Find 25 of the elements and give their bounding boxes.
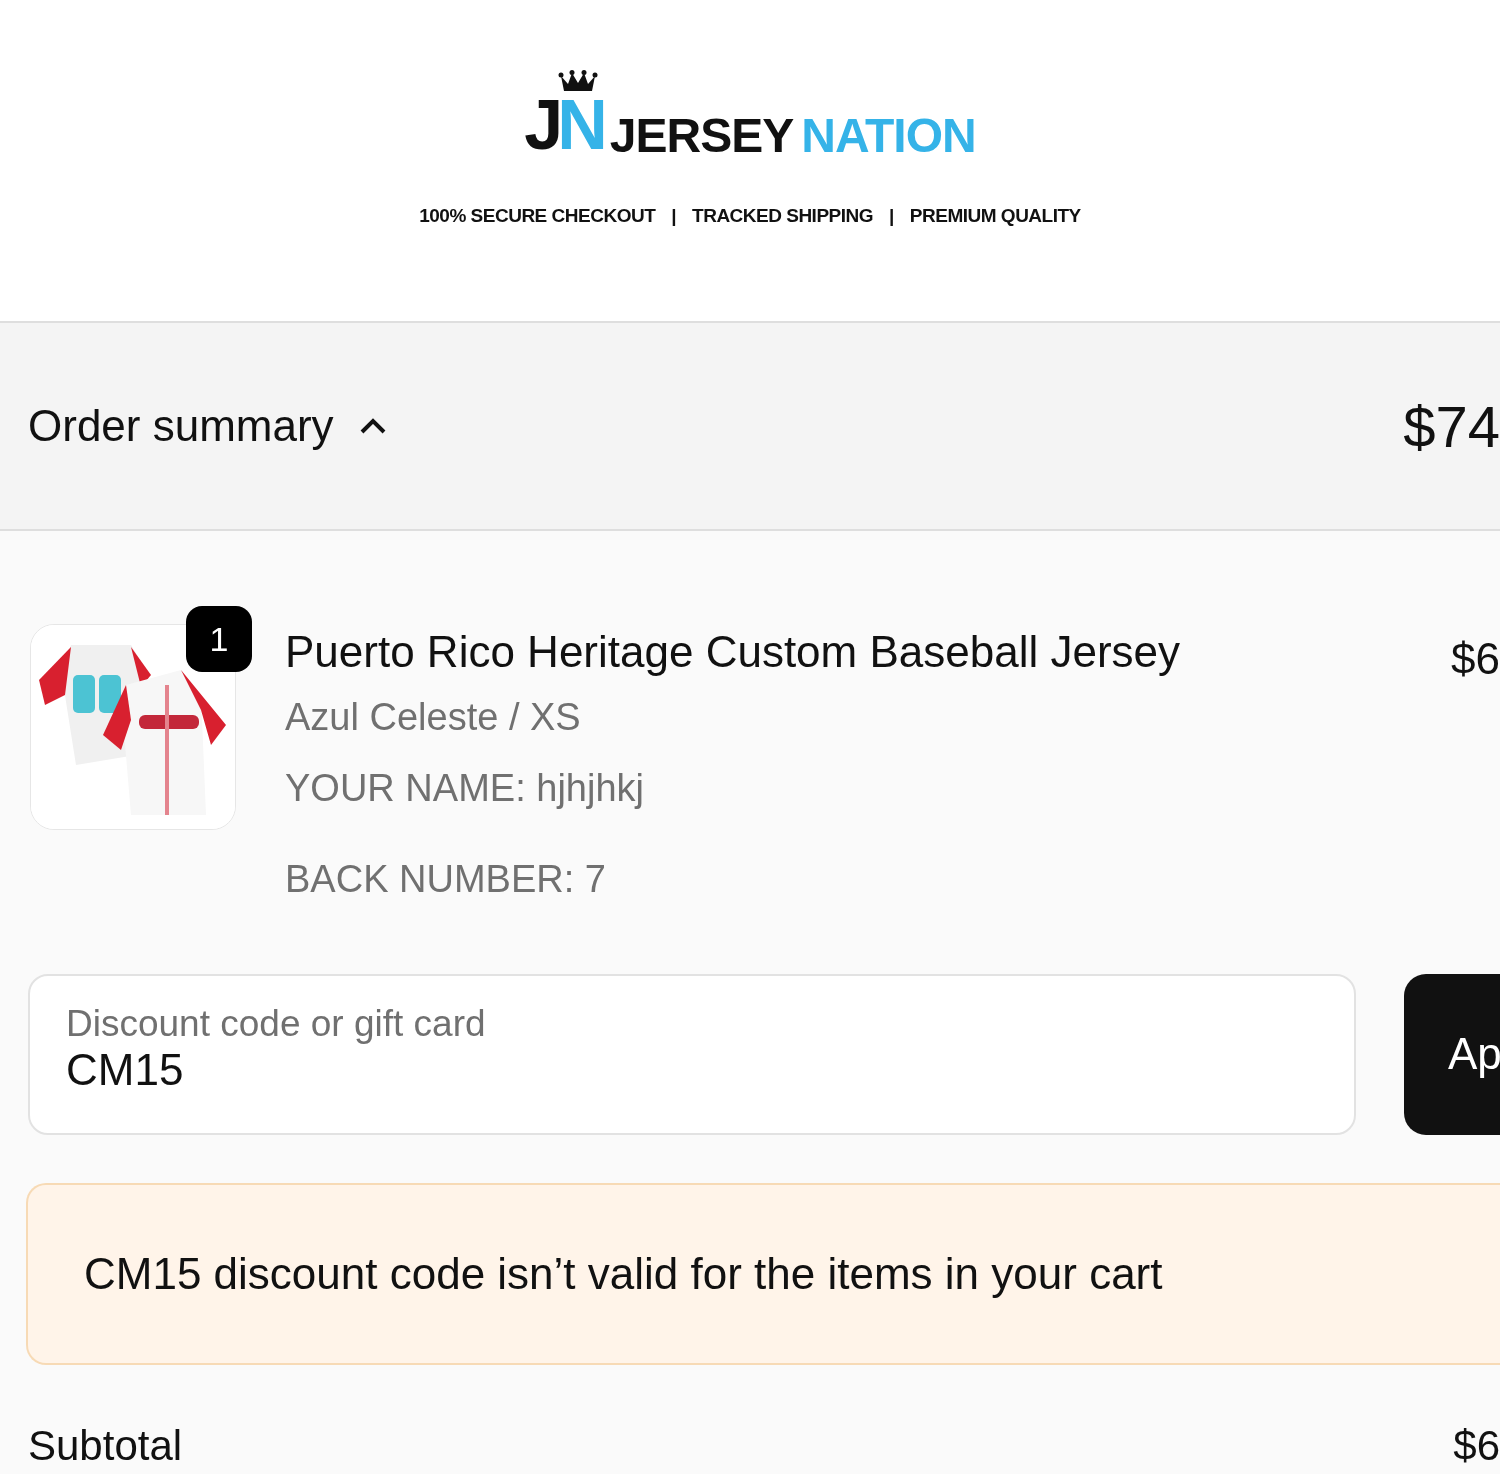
logo-letter: N <box>557 90 602 160</box>
product-property: BACK NUMBER: 7 <box>285 856 607 902</box>
product-property: YOUR NAME: hjhjhkj <box>285 765 645 811</box>
totals-value: $6 <box>1453 1422 1500 1469</box>
separator: | <box>671 204 677 228</box>
quantity-badge: 1 <box>186 606 252 672</box>
totals-label: Subtotal <box>28 1422 183 1469</box>
warning-alert: CM15 discount code isn’t valid for the items in your cart <box>26 1182 1500 1365</box>
discount-code-field[interactable]: Discount code or gift card CM15 <box>28 973 1356 1135</box>
logo-wordmark: JERSEY <box>609 112 794 160</box>
field-label: Discount code or gift card <box>66 1003 487 1045</box>
logo-letter: J <box>524 90 558 160</box>
apply-button[interactable]: Ap <box>1404 973 1500 1135</box>
tagline: PREMIUM QUALITY <box>909 204 1081 228</box>
crown-icon <box>558 70 599 94</box>
discount-code-input[interactable]: CM15 <box>66 1044 1318 1098</box>
product-title: Puerto Rico Heritage Custom Baseball Jersey <box>285 626 1182 678</box>
tagline: TRACKED SHIPPING <box>692 204 874 228</box>
separator: | <box>889 204 894 228</box>
order-total: $74 <box>1403 392 1500 461</box>
item-price: $6 <box>1451 633 1500 685</box>
product-variant: Azul Celeste / XS <box>285 694 582 740</box>
tagline: 100% SECURE CHECKOUT <box>419 204 656 228</box>
order-summary-toggle[interactable]: Order summary <box>28 393 388 459</box>
logo-wordmark: NATION <box>801 112 976 160</box>
